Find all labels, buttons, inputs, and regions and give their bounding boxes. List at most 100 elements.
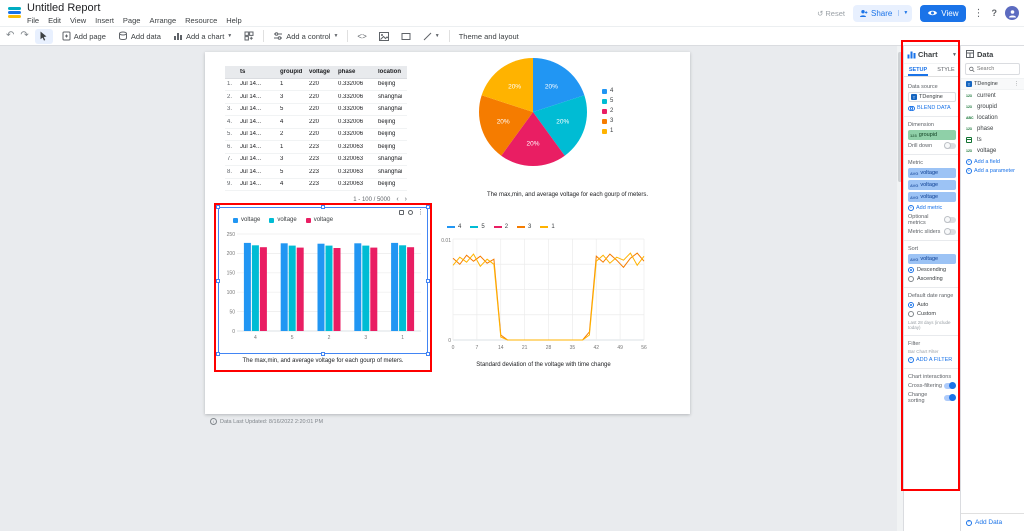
table-row[interactable]: 4.Jul 14...42200.332006beijing bbox=[225, 116, 407, 129]
bar-group3-series2[interactable] bbox=[370, 248, 377, 331]
reset-button[interactable]: ↺ Reset bbox=[817, 9, 845, 18]
share-dropdown-icon[interactable]: ▼ bbox=[898, 10, 912, 16]
line-legend-item[interactable]: 4 bbox=[447, 224, 461, 230]
drill-down-toggle[interactable] bbox=[944, 143, 956, 149]
bar-group2-series1[interactable] bbox=[326, 246, 333, 331]
radio-unselected[interactable] bbox=[908, 276, 914, 282]
add-parameter-button[interactable]: + Add a parameter bbox=[961, 165, 1024, 174]
menu-edit[interactable]: Edit bbox=[48, 16, 61, 25]
menu-resource[interactable]: Resource bbox=[185, 16, 217, 25]
toggle[interactable] bbox=[944, 383, 956, 389]
sort-option-ascending[interactable]: Ascending bbox=[908, 276, 956, 282]
table-header-ts[interactable]: ts bbox=[238, 69, 278, 75]
chart-panel-header[interactable]: Chart ▼ bbox=[904, 46, 960, 64]
share-button[interactable]: Share ▼ bbox=[853, 5, 912, 22]
report-title[interactable]: Untitled Report bbox=[27, 2, 100, 14]
blend-data-button[interactable]: BLEND DATA bbox=[908, 105, 956, 111]
pie-legend-item[interactable]: 5 bbox=[602, 98, 613, 104]
pie-legend-item[interactable]: 2 bbox=[602, 108, 613, 114]
add-data-button[interactable]: + Add Data bbox=[961, 513, 1024, 531]
table-row[interactable]: 8.Jul 14...52230.320063shanghai bbox=[225, 166, 407, 179]
theme-layout-button[interactable]: Theme and layout bbox=[456, 28, 522, 44]
table-header-groupid[interactable]: groupid bbox=[278, 69, 307, 75]
bar-group5-series1[interactable] bbox=[289, 246, 296, 331]
data-source-chip[interactable]: T TDengine bbox=[908, 92, 956, 102]
resize-handle[interactable] bbox=[426, 279, 430, 283]
pie-legend-item[interactable]: 1 bbox=[602, 128, 613, 134]
menu-view[interactable]: View bbox=[70, 16, 86, 25]
bar-group2-series0[interactable] bbox=[318, 244, 325, 331]
embed-button[interactable]: <> bbox=[354, 28, 369, 44]
bar-group5-series2[interactable] bbox=[297, 248, 304, 331]
redo-icon[interactable]: ↷ bbox=[20, 31, 28, 41]
sort-option-descending[interactable]: Descending bbox=[908, 267, 956, 273]
dimension-chip[interactable]: 123 groupid bbox=[908, 130, 956, 140]
more-options-icon[interactable]: ⋮ bbox=[974, 8, 984, 19]
bar-legend-item[interactable]: voltage bbox=[306, 217, 333, 223]
menu-file[interactable]: File bbox=[27, 16, 39, 25]
view-button[interactable]: View bbox=[920, 5, 965, 22]
chart-more-icon[interactable]: ⋮ bbox=[417, 210, 424, 215]
bar-group4-series0[interactable] bbox=[244, 243, 251, 331]
menu-page[interactable]: Page bbox=[123, 16, 141, 25]
field-phase[interactable]: 123phase bbox=[961, 123, 1024, 134]
undo-icon[interactable]: ↶ bbox=[6, 31, 14, 41]
search-input[interactable] bbox=[977, 66, 1016, 72]
resize-handle[interactable] bbox=[426, 205, 430, 209]
table-row[interactable]: 6.Jul 14...12230.320063beijing bbox=[225, 141, 407, 154]
field-groupid[interactable]: 123groupid bbox=[961, 101, 1024, 112]
bar-group5-series0[interactable] bbox=[281, 243, 288, 331]
radio-unselected[interactable] bbox=[908, 311, 914, 317]
next-page-icon[interactable]: › bbox=[405, 196, 407, 203]
bar-legend-item[interactable]: voltage bbox=[269, 217, 296, 223]
metric-chip-2[interactable]: AVGvoltage bbox=[908, 192, 956, 202]
table-header-voltage[interactable]: voltage bbox=[307, 69, 336, 75]
pie-chart[interactable]: 20%20%20%20%20% 45231 The max,min, and a… bbox=[450, 54, 685, 246]
select-tool[interactable] bbox=[35, 29, 53, 44]
date-range-option-auto[interactable]: Auto bbox=[908, 302, 956, 308]
add-field-button[interactable]: + Add a field bbox=[961, 156, 1024, 165]
table-header-phase[interactable]: phase bbox=[336, 69, 376, 75]
radio-selected[interactable] bbox=[908, 302, 914, 308]
metric-chip-0[interactable]: AVGvoltage bbox=[908, 168, 956, 178]
data-table[interactable]: tsgroupidvoltagephaselocation1.Jul 14...… bbox=[225, 66, 407, 191]
bar-group3-series0[interactable] bbox=[354, 243, 361, 331]
resize-handle[interactable] bbox=[216, 279, 220, 283]
add-control-button[interactable]: Add a control ▼ bbox=[270, 28, 341, 44]
prev-page-icon[interactable]: ‹ bbox=[396, 196, 398, 203]
add-filter-button[interactable]: + ADD A FILTER bbox=[908, 357, 956, 363]
table-row[interactable]: 7.Jul 14...32230.320063shanghai bbox=[225, 154, 407, 167]
tab-setup[interactable]: SETUP bbox=[904, 64, 932, 76]
data-source-row[interactable]: T TDengine ⋮ bbox=[961, 78, 1024, 90]
line-legend-item[interactable]: 3 bbox=[517, 224, 531, 230]
table-row[interactable]: 2.Jul 14...32200.332006shanghai bbox=[225, 91, 407, 104]
report-page[interactable]: tsgroupidvoltagephaselocation1.Jul 14...… bbox=[205, 52, 690, 414]
bar-group4-series2[interactable] bbox=[260, 247, 267, 331]
shape-tool[interactable] bbox=[398, 28, 414, 44]
add-chart-button[interactable]: Add a chart ▼ bbox=[170, 28, 235, 44]
toggle[interactable] bbox=[944, 395, 956, 401]
bar-chart[interactable]: ⋮ voltagevoltagevoltage 0501001502002504… bbox=[218, 207, 428, 354]
bar-group1-series2[interactable] bbox=[407, 247, 414, 331]
date-range-option-custom[interactable]: Custom bbox=[908, 311, 956, 317]
sort-metric-chip[interactable]: AVG voltage bbox=[908, 254, 956, 264]
radio-selected[interactable] bbox=[908, 267, 914, 273]
bar-group1-series1[interactable] bbox=[399, 245, 406, 331]
menu-arrange[interactable]: Arrange bbox=[149, 16, 176, 25]
resize-handle[interactable] bbox=[216, 352, 220, 356]
scrollbar-thumb[interactable] bbox=[898, 52, 902, 182]
table-row[interactable]: 9.Jul 14...42230.320063beijing bbox=[225, 179, 407, 192]
optional-metrics-toggle[interactable] bbox=[944, 217, 956, 223]
line-legend-item[interactable]: 1 bbox=[540, 224, 554, 230]
add-metric-button[interactable]: + Add metric bbox=[908, 205, 956, 211]
bar-group4-series1[interactable] bbox=[252, 245, 259, 331]
table-row[interactable]: 5.Jul 14...22200.332006beijing bbox=[225, 129, 407, 142]
field-search[interactable] bbox=[965, 63, 1020, 75]
chevron-icon[interactable]: ⋮ bbox=[1014, 81, 1019, 87]
bar-group2-series2[interactable] bbox=[334, 248, 341, 331]
chart-pin-icon[interactable] bbox=[408, 210, 413, 215]
menu-help[interactable]: Help bbox=[226, 16, 241, 25]
bar-group1-series0[interactable] bbox=[391, 243, 398, 331]
tab-style[interactable]: STYLE bbox=[932, 64, 960, 76]
table-row[interactable]: 1.Jul 14...12200.332006beijing bbox=[225, 79, 407, 92]
